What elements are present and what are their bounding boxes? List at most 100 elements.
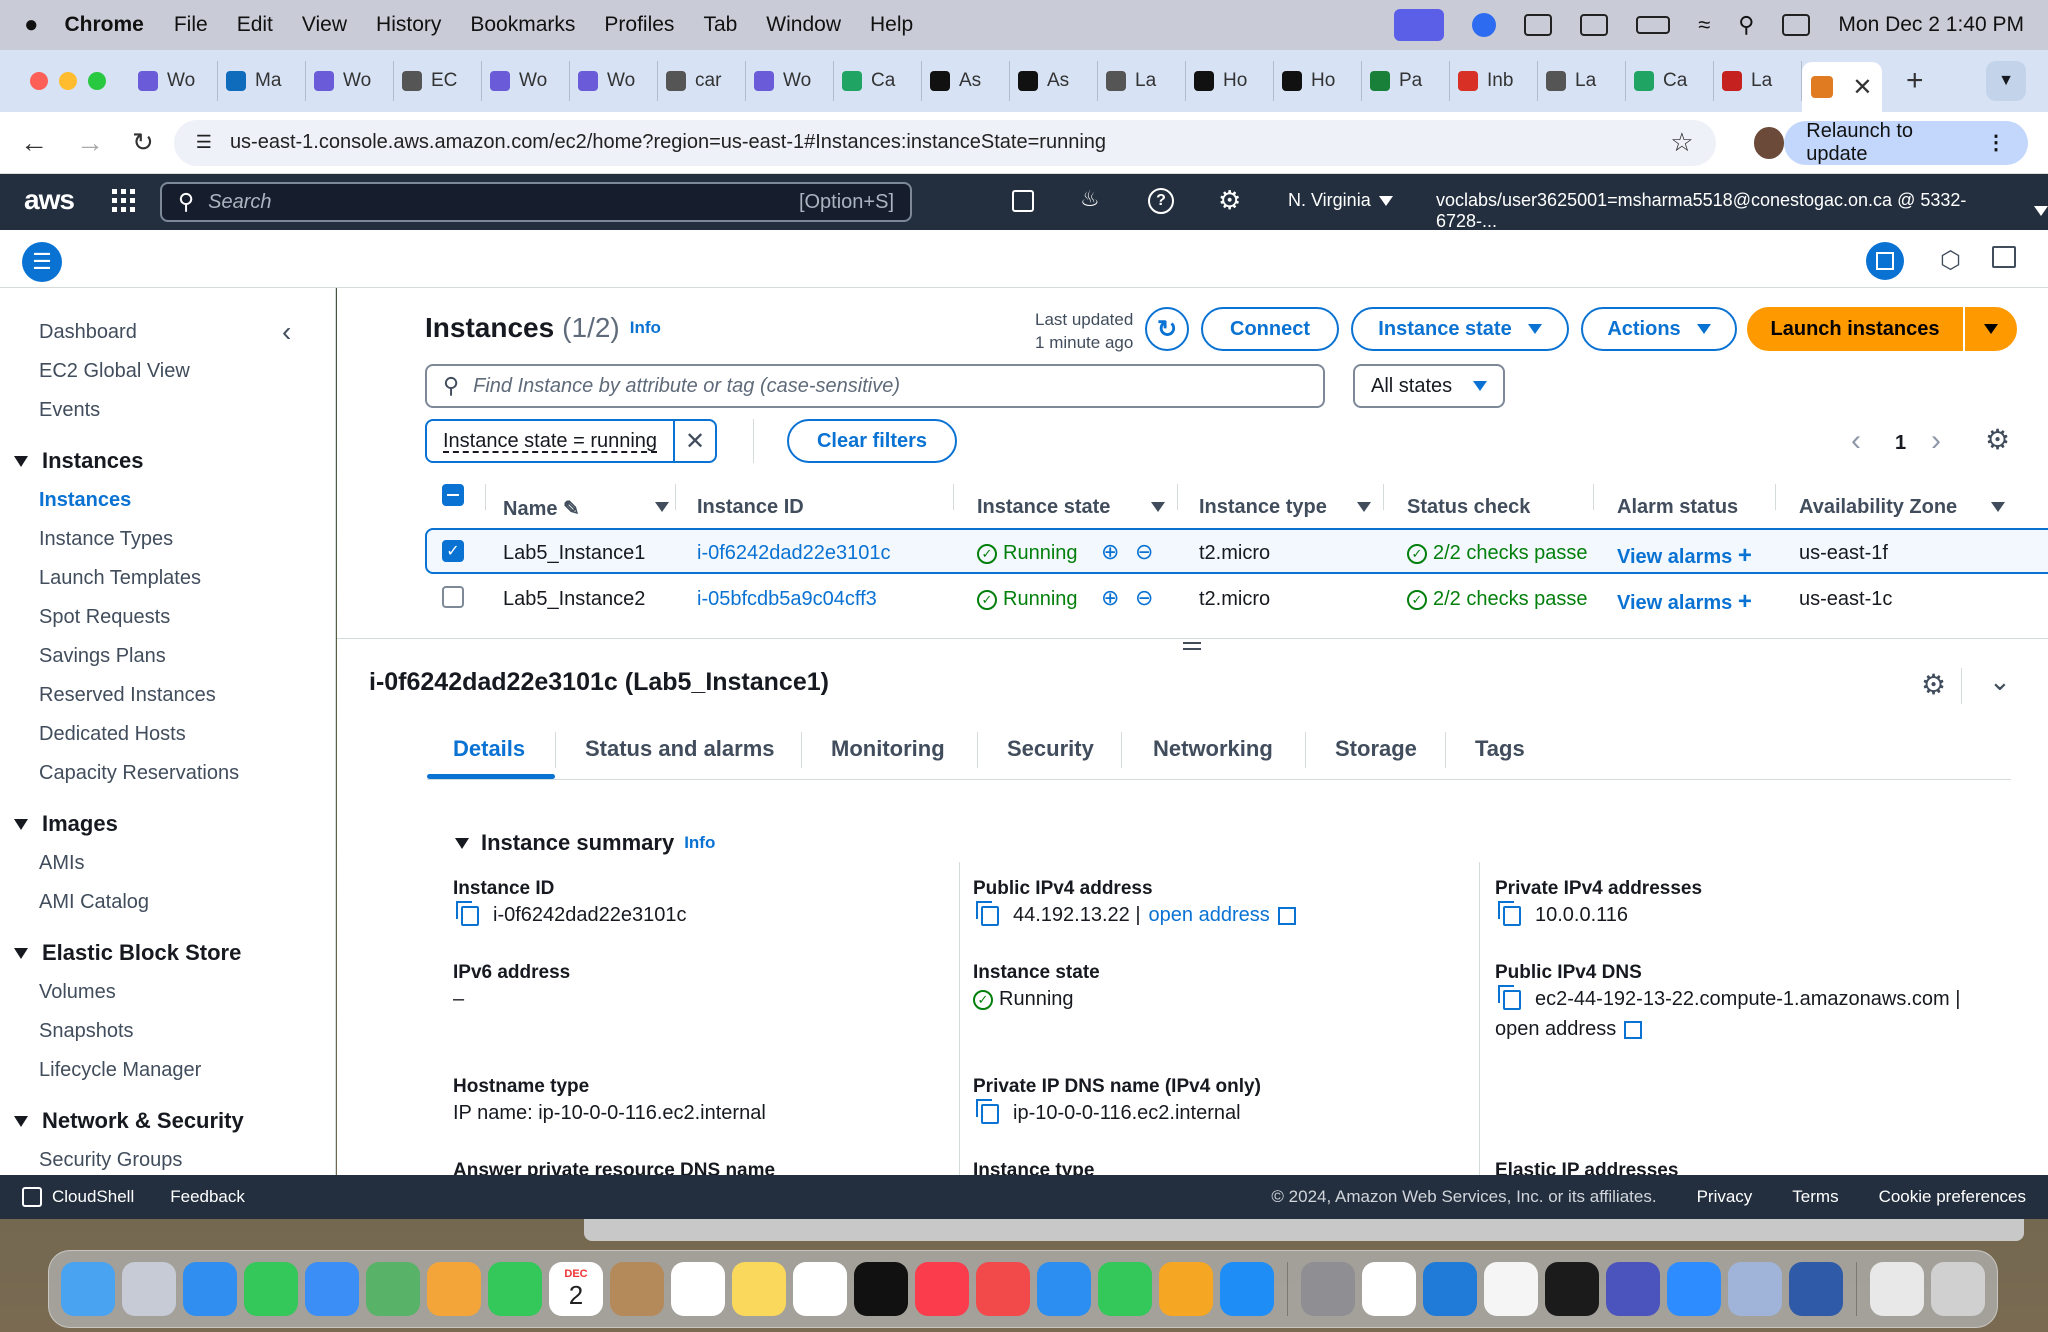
row-checkbox[interactable] [442,586,464,608]
finder-icon[interactable] [61,1262,115,1316]
vscode-icon[interactable] [1423,1262,1477,1316]
tab-networking[interactable]: Networking [1153,736,1273,762]
music-icon[interactable] [915,1262,969,1316]
relaunch-button[interactable]: Relaunch to update ⋮ [1784,120,2028,165]
battery-icon[interactable] [1636,16,1671,34]
terminal-icon[interactable] [1545,1262,1599,1316]
sidebar-item-savings-plans[interactable]: Savings Plans [39,645,166,668]
sidebar-item-capacity-reservations[interactable]: Capacity Reservations [39,762,239,785]
browser-tab[interactable]: Wo [570,61,658,101]
sidebar-item-dedicated-hosts[interactable]: Dedicated Hosts [39,723,186,746]
sidebar-section-instances[interactable]: Instances [14,448,144,474]
control-center-icon[interactable] [1782,14,1811,36]
add-alarm-icon[interactable]: + [1738,588,1752,615]
notes-icon[interactable] [732,1262,786,1316]
view-alarms-link[interactable]: View alarms + [1617,588,1752,616]
copy-icon[interactable] [456,900,479,926]
sidebar-section-ebs[interactable]: Elastic Block Store [14,940,241,966]
browser-tab-active[interactable]: ✕ [1802,62,1882,112]
profile-avatar[interactable] [1753,126,1785,159]
browser-tab[interactable]: La [1714,61,1802,101]
back-icon[interactable]: ← [20,127,48,159]
row-instance-id-link[interactable]: i-05bfcdb5a9c04cff3 [697,588,877,611]
browser-tab[interactable]: Wo [746,61,834,101]
keyboard-icon[interactable] [1580,14,1609,36]
menu-bookmarks[interactable]: Bookmarks [470,13,575,37]
sort-icon[interactable] [1357,502,1371,512]
tab-tags[interactable]: Tags [1475,736,1525,762]
app-store-icon[interactable] [1220,1262,1274,1316]
browser-tab[interactable]: Ca [834,61,922,101]
browser-tab[interactable]: Ma [218,61,306,101]
sidebar-item-events[interactable]: Events [39,399,100,422]
bookmark-star-icon[interactable]: ☆ [1670,127,1693,158]
browser-tab[interactable]: car [658,61,746,101]
aws-search-input[interactable]: ⚲ Search [Option+S] [160,182,912,222]
browser-tab[interactable]: Inb [1450,61,1538,101]
screen-mirror-icon[interactable] [1394,9,1445,41]
sort-icon[interactable] [655,502,669,512]
sidebar-item-security-groups[interactable]: Security Groups [39,1149,182,1172]
account-menu[interactable]: voclabs/user3625001=msharma5518@conestog… [1436,190,2048,232]
detail-preferences-icon[interactable]: ⚙ [1921,668,1946,701]
browser-tab[interactable]: As [1010,61,1098,101]
instance-state-button[interactable]: Instance state [1351,307,1569,351]
more-options-icon[interactable]: ⋮ [1986,130,2006,155]
help-icon[interactable]: ? [1148,188,1174,214]
address-bar[interactable]: ☰ us-east-1.console.aws.amazon.com/ec2/h… [173,119,1716,166]
copy-icon[interactable] [976,1098,999,1124]
cloudshell-icon[interactable] [1012,190,1034,212]
copy-icon[interactable] [976,900,999,926]
browser-tab[interactable]: Ho [1274,61,1362,101]
filter-token-label[interactable]: Instance state = running [427,430,673,453]
tab-storage[interactable]: Storage [1335,736,1417,762]
pages-icon[interactable] [1159,1262,1213,1316]
split-panel-icon[interactable] [1866,242,1904,280]
browser-tab[interactable]: Pa [1362,61,1450,101]
menu-window[interactable]: Window [766,13,841,37]
apple-icon[interactable]: ● [24,11,39,39]
column-header-alarm-status[interactable]: Alarm status [1617,496,1738,519]
menu-file[interactable]: File [174,13,208,37]
calendar-icon[interactable]: DEC 2 [549,1262,603,1316]
zoom-in-icon[interactable]: ⊕ [1101,585,1119,611]
launch-instances-button[interactable]: Launch instances [1747,307,1963,351]
zoom-icon[interactable] [1667,1262,1721,1316]
help-panel-icon[interactable]: ⬡ [1940,246,1961,275]
cloudshell-link[interactable]: CloudShell [52,1187,134,1207]
browser-tab[interactable]: La [1538,61,1626,101]
notifications-bell-icon[interactable]: ♨ [1080,186,1100,212]
aws-logo[interactable]: aws [24,184,75,216]
instance-search-input[interactable]: ⚲ Find Instance by attribute or tag (cas… [425,364,1325,408]
launchpad-icon[interactable] [122,1262,176,1316]
teams-status-icon[interactable] [1524,14,1553,36]
site-info-icon[interactable]: ☰ [196,132,212,153]
menubar-datetime[interactable]: Mon Dec 2 1:40 PM [1838,13,2024,37]
column-header-instance-id[interactable]: Instance ID [697,496,804,519]
cookie-preferences-link[interactable]: Cookie preferences [1879,1187,2026,1207]
sidebar-item-dashboard[interactable]: Dashboard [39,321,137,344]
forward-icon[interactable]: → [76,127,104,159]
sidebar-section-images[interactable]: Images [14,811,118,837]
column-header-instance-state[interactable]: Instance state [977,496,1110,519]
tab-status-alarms[interactable]: Status and alarms [585,736,775,762]
menu-profiles[interactable]: Profiles [604,13,674,37]
quicktime-icon[interactable] [1789,1262,1843,1316]
wifi-icon[interactable]: ≈ [1698,12,1710,38]
browser-tab[interactable]: Wo [482,61,570,101]
browser-tab[interactable]: Ho [1186,61,1274,101]
sort-icon[interactable] [1991,502,2005,512]
sidebar-item-global-view[interactable]: EC2 Global View [39,360,190,383]
launch-dropdown-button[interactable] [1965,307,2017,351]
url-text[interactable]: us-east-1.console.aws.amazon.com/ec2/hom… [230,131,1106,154]
cloudshell-footer-icon[interactable] [22,1187,42,1207]
tv-icon[interactable] [854,1262,908,1316]
menu-help[interactable]: Help [870,13,913,37]
sidebar-section-network-security[interactable]: Network & Security [14,1108,244,1134]
side-nav-toggle-icon[interactable]: ☰ [22,242,62,282]
info-link[interactable]: Info [684,833,715,853]
menu-edit[interactable]: Edit [237,13,273,37]
sidebar-item-volumes[interactable]: Volumes [39,981,116,1004]
photos-icon[interactable] [427,1262,481,1316]
browser-tab[interactable]: EC [394,61,482,101]
